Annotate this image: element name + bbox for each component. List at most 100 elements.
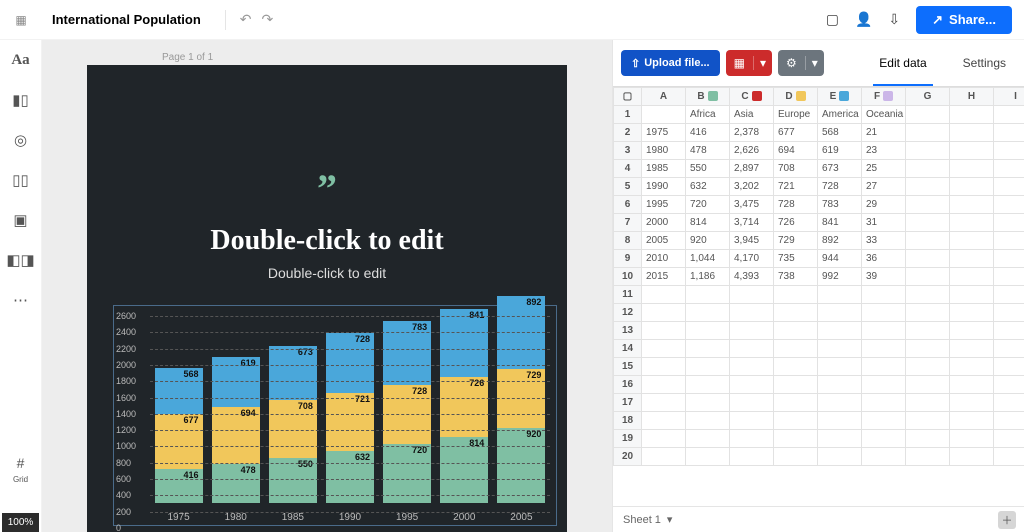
- canvas-title[interactable]: Double-click to edit: [87, 225, 567, 257]
- undo-icon[interactable]: ↶: [240, 11, 252, 28]
- cell[interactable]: [862, 304, 906, 322]
- cell[interactable]: [730, 304, 774, 322]
- column-header[interactable]: E: [818, 88, 862, 106]
- column-header[interactable]: D: [774, 88, 818, 106]
- cell[interactable]: 677: [774, 124, 818, 142]
- cell[interactable]: [950, 358, 994, 376]
- cell[interactable]: [730, 286, 774, 304]
- cell[interactable]: 1,186: [686, 268, 730, 286]
- cell[interactable]: [686, 412, 730, 430]
- cell[interactable]: [994, 124, 1024, 142]
- cell[interactable]: [994, 448, 1024, 466]
- cell[interactable]: [906, 178, 950, 196]
- present-icon[interactable]: ▢: [826, 11, 839, 28]
- cell[interactable]: [774, 376, 818, 394]
- cell[interactable]: [994, 376, 1024, 394]
- row-header[interactable]: 5: [614, 178, 642, 196]
- row-header[interactable]: 10: [614, 268, 642, 286]
- cell[interactable]: [686, 286, 730, 304]
- row-header[interactable]: 16: [614, 376, 642, 394]
- cell[interactable]: 2005: [642, 232, 686, 250]
- cell[interactable]: [950, 394, 994, 412]
- cell[interactable]: Oceania: [862, 106, 906, 124]
- cell[interactable]: 4,393: [730, 268, 774, 286]
- cell[interactable]: [994, 142, 1024, 160]
- cell[interactable]: 31: [862, 214, 906, 232]
- row-header[interactable]: 20: [614, 448, 642, 466]
- cell[interactable]: [906, 376, 950, 394]
- cell[interactable]: [686, 394, 730, 412]
- image-tool-icon[interactable]: ▣: [13, 211, 27, 229]
- cell[interactable]: [906, 106, 950, 124]
- cell[interactable]: 708: [774, 160, 818, 178]
- zoom-level[interactable]: 100%: [2, 513, 40, 532]
- cell[interactable]: [906, 322, 950, 340]
- column-header[interactable]: C: [730, 88, 774, 106]
- cell[interactable]: 416: [686, 124, 730, 142]
- row-header[interactable]: 4: [614, 160, 642, 178]
- cell[interactable]: 33: [862, 232, 906, 250]
- cell[interactable]: 478: [686, 142, 730, 160]
- sheet-selector[interactable]: Sheet 1 ▾: [623, 513, 672, 526]
- map-tool-icon[interactable]: ◎: [14, 131, 27, 149]
- cell[interactable]: [950, 232, 994, 250]
- cell[interactable]: [994, 286, 1024, 304]
- cell[interactable]: [818, 358, 862, 376]
- cell[interactable]: [906, 394, 950, 412]
- cell[interactable]: [818, 430, 862, 448]
- cell[interactable]: 2,626: [730, 142, 774, 160]
- cell[interactable]: 39: [862, 268, 906, 286]
- cell[interactable]: [950, 124, 994, 142]
- cell[interactable]: [994, 214, 1024, 232]
- cell[interactable]: [906, 430, 950, 448]
- cell[interactable]: 783: [818, 196, 862, 214]
- bar-group[interactable]: 632721728: [326, 333, 374, 503]
- cell[interactable]: [994, 106, 1024, 124]
- cell[interactable]: 720: [686, 196, 730, 214]
- add-sheet-button[interactable]: ＋: [998, 511, 1016, 529]
- cell[interactable]: [774, 394, 818, 412]
- cell[interactable]: [642, 286, 686, 304]
- cell[interactable]: 2000: [642, 214, 686, 232]
- cell[interactable]: [950, 286, 994, 304]
- cell[interactable]: [642, 340, 686, 358]
- cell[interactable]: [950, 142, 994, 160]
- cell[interactable]: 25: [862, 160, 906, 178]
- cell[interactable]: Asia: [730, 106, 774, 124]
- bar-group[interactable]: 814726841: [440, 309, 488, 503]
- cell[interactable]: [862, 376, 906, 394]
- cell[interactable]: [686, 376, 730, 394]
- cell[interactable]: [730, 448, 774, 466]
- cell[interactable]: [686, 304, 730, 322]
- cell[interactable]: 721: [774, 178, 818, 196]
- cell[interactable]: [906, 232, 950, 250]
- bar-group[interactable]: 920729892: [497, 296, 545, 503]
- cell[interactable]: 738: [774, 268, 818, 286]
- cell[interactable]: [686, 340, 730, 358]
- cell[interactable]: [950, 340, 994, 358]
- row-header[interactable]: 11: [614, 286, 642, 304]
- cell[interactable]: 21: [862, 124, 906, 142]
- cell[interactable]: 1995: [642, 196, 686, 214]
- design-canvas[interactable]: ” Double-click to edit Double-click to e…: [87, 65, 567, 532]
- row-header[interactable]: 7: [614, 214, 642, 232]
- cell[interactable]: [994, 178, 1024, 196]
- cell[interactable]: 1990: [642, 178, 686, 196]
- cell[interactable]: [642, 322, 686, 340]
- redo-icon[interactable]: ↷: [262, 11, 274, 28]
- row-header[interactable]: 13: [614, 322, 642, 340]
- cell[interactable]: [686, 448, 730, 466]
- cell[interactable]: [906, 196, 950, 214]
- cell[interactable]: [862, 394, 906, 412]
- cell[interactable]: [862, 340, 906, 358]
- cell[interactable]: 814: [686, 214, 730, 232]
- cell[interactable]: [642, 106, 686, 124]
- cell[interactable]: [950, 376, 994, 394]
- document-title[interactable]: International Population: [42, 12, 215, 27]
- cell[interactable]: [950, 106, 994, 124]
- cell[interactable]: [994, 250, 1024, 268]
- cell[interactable]: 841: [818, 214, 862, 232]
- cell[interactable]: [818, 304, 862, 322]
- cell[interactable]: [994, 232, 1024, 250]
- spreadsheet[interactable]: ▢ABCDEFGHI1AfricaAsiaEuropeAmericaOceani…: [613, 86, 1024, 506]
